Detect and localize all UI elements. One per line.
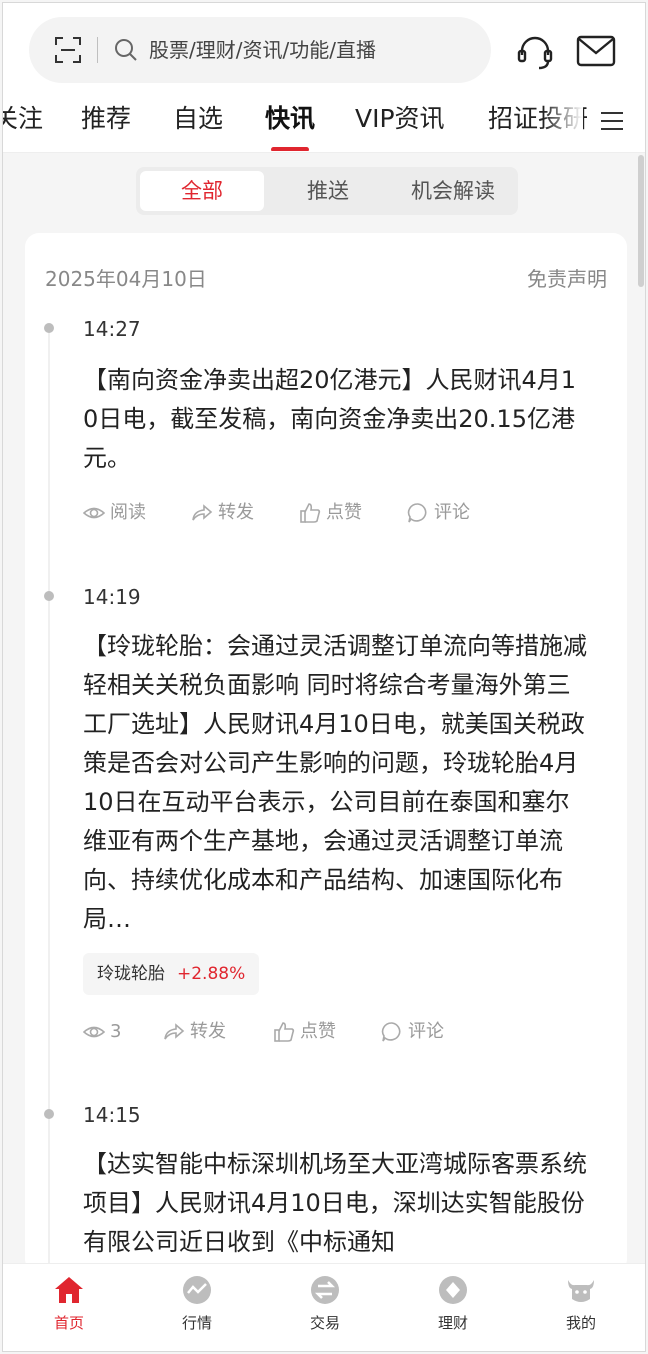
menu-icon[interactable]: [599, 109, 625, 133]
news-time: 14:27: [83, 317, 141, 341]
stock-change: +2.88%: [177, 964, 246, 984]
news-actions: 3 转发 点赞 评论: [83, 1017, 589, 1047]
timeline-dot: [44, 1109, 54, 1119]
tab-follow[interactable]: 关注: [3, 99, 43, 139]
segment-push[interactable]: 推送: [266, 171, 390, 211]
timeline-dot: [44, 591, 54, 601]
thumbs-up-icon: [274, 1022, 295, 1042]
header: 股票/理财/资讯/功能/直播 关注 推荐 自选 快讯 VIP资讯 招证投研: [3, 3, 645, 153]
comment-icon: [381, 1022, 401, 1042]
scan-icon[interactable]: [53, 35, 83, 65]
feed-date: 2025年04月10日: [45, 267, 207, 291]
bottom-nav: 首页 行情 交易 理财 我的: [3, 1263, 645, 1351]
timeline-dot: [44, 323, 54, 333]
segment-all[interactable]: 全部: [140, 171, 264, 211]
news-actions: 阅读 转发 点赞 评论: [83, 498, 589, 528]
channel-tabs: 关注 推荐 自选 快讯 VIP资讯 招证投研: [3, 95, 645, 151]
search-icon: [115, 39, 137, 61]
news-text[interactable]: 【南向资金净卖出超20亿港元】人民财讯4月10日电，截至发稿，南向资金净卖出20…: [83, 361, 589, 478]
eye-icon: [83, 507, 105, 519]
search-bar[interactable]: 股票/理财/资讯/功能/直播: [29, 17, 491, 83]
news-text[interactable]: 【玲珑轮胎：会通过灵活调整订单流向等措施减轻相关关税负面影响 同时将综合考量海外…: [83, 627, 589, 939]
nav-profile[interactable]: 我的: [541, 1274, 621, 1344]
tab-flash-news[interactable]: 快讯: [265, 99, 315, 139]
market-icon: [183, 1276, 211, 1304]
customer-service-icon[interactable]: [515, 33, 555, 73]
search-placeholder[interactable]: 股票/理财/资讯/功能/直播: [149, 35, 376, 65]
stock-name: 玲珑轮胎: [97, 964, 165, 984]
mail-icon[interactable]: [576, 35, 616, 67]
trade-icon: [311, 1276, 339, 1304]
search-divider: [97, 37, 98, 63]
share-icon: [164, 1023, 185, 1040]
home-icon: [55, 1277, 83, 1303]
news-time: 14:15: [83, 1103, 141, 1127]
filter-segment: 全部 推送 机会解读: [136, 167, 518, 215]
eye-icon: [83, 1026, 105, 1038]
nav-market[interactable]: 行情: [157, 1274, 237, 1344]
news-text[interactable]: 【达实智能中标深圳机场至大亚湾城际客票系统项目】人民财讯4月10日电，深圳达实智…: [83, 1145, 589, 1262]
profile-bull-icon: [568, 1280, 594, 1302]
scrollbar[interactable]: [638, 155, 644, 287]
active-tab-indicator: [271, 147, 309, 151]
tab-watchlist[interactable]: 自选: [173, 99, 223, 139]
tab-vip-news[interactable]: VIP资讯: [355, 99, 445, 139]
wealth-icon: [439, 1276, 467, 1304]
stock-tag[interactable]: 玲珑轮胎 +2.88%: [83, 953, 260, 995]
app-frame: 股票/理财/资讯/功能/直播 关注 推荐 自选 快讯 VIP资讯 招证投研: [2, 2, 646, 1352]
comment-icon: [407, 503, 427, 523]
segment-opportunity[interactable]: 机会解读: [392, 171, 514, 211]
tab-fade: [543, 95, 583, 151]
nav-trade[interactable]: 交易: [285, 1274, 365, 1344]
disclaimer-link[interactable]: 免责声明: [527, 263, 607, 292]
nav-wealth[interactable]: 理财: [413, 1274, 493, 1344]
tab-recommend[interactable]: 推荐: [81, 99, 131, 139]
nav-home[interactable]: 首页: [29, 1274, 109, 1344]
news-feed-card: 2025年04月10日 免责声明 14:27 【南向资金净卖出超20亿港元】人民…: [25, 233, 627, 1273]
timeline-line: [48, 329, 50, 1273]
news-time: 14:19: [83, 585, 141, 609]
thumbs-up-icon: [300, 503, 321, 523]
share-icon: [192, 504, 213, 521]
